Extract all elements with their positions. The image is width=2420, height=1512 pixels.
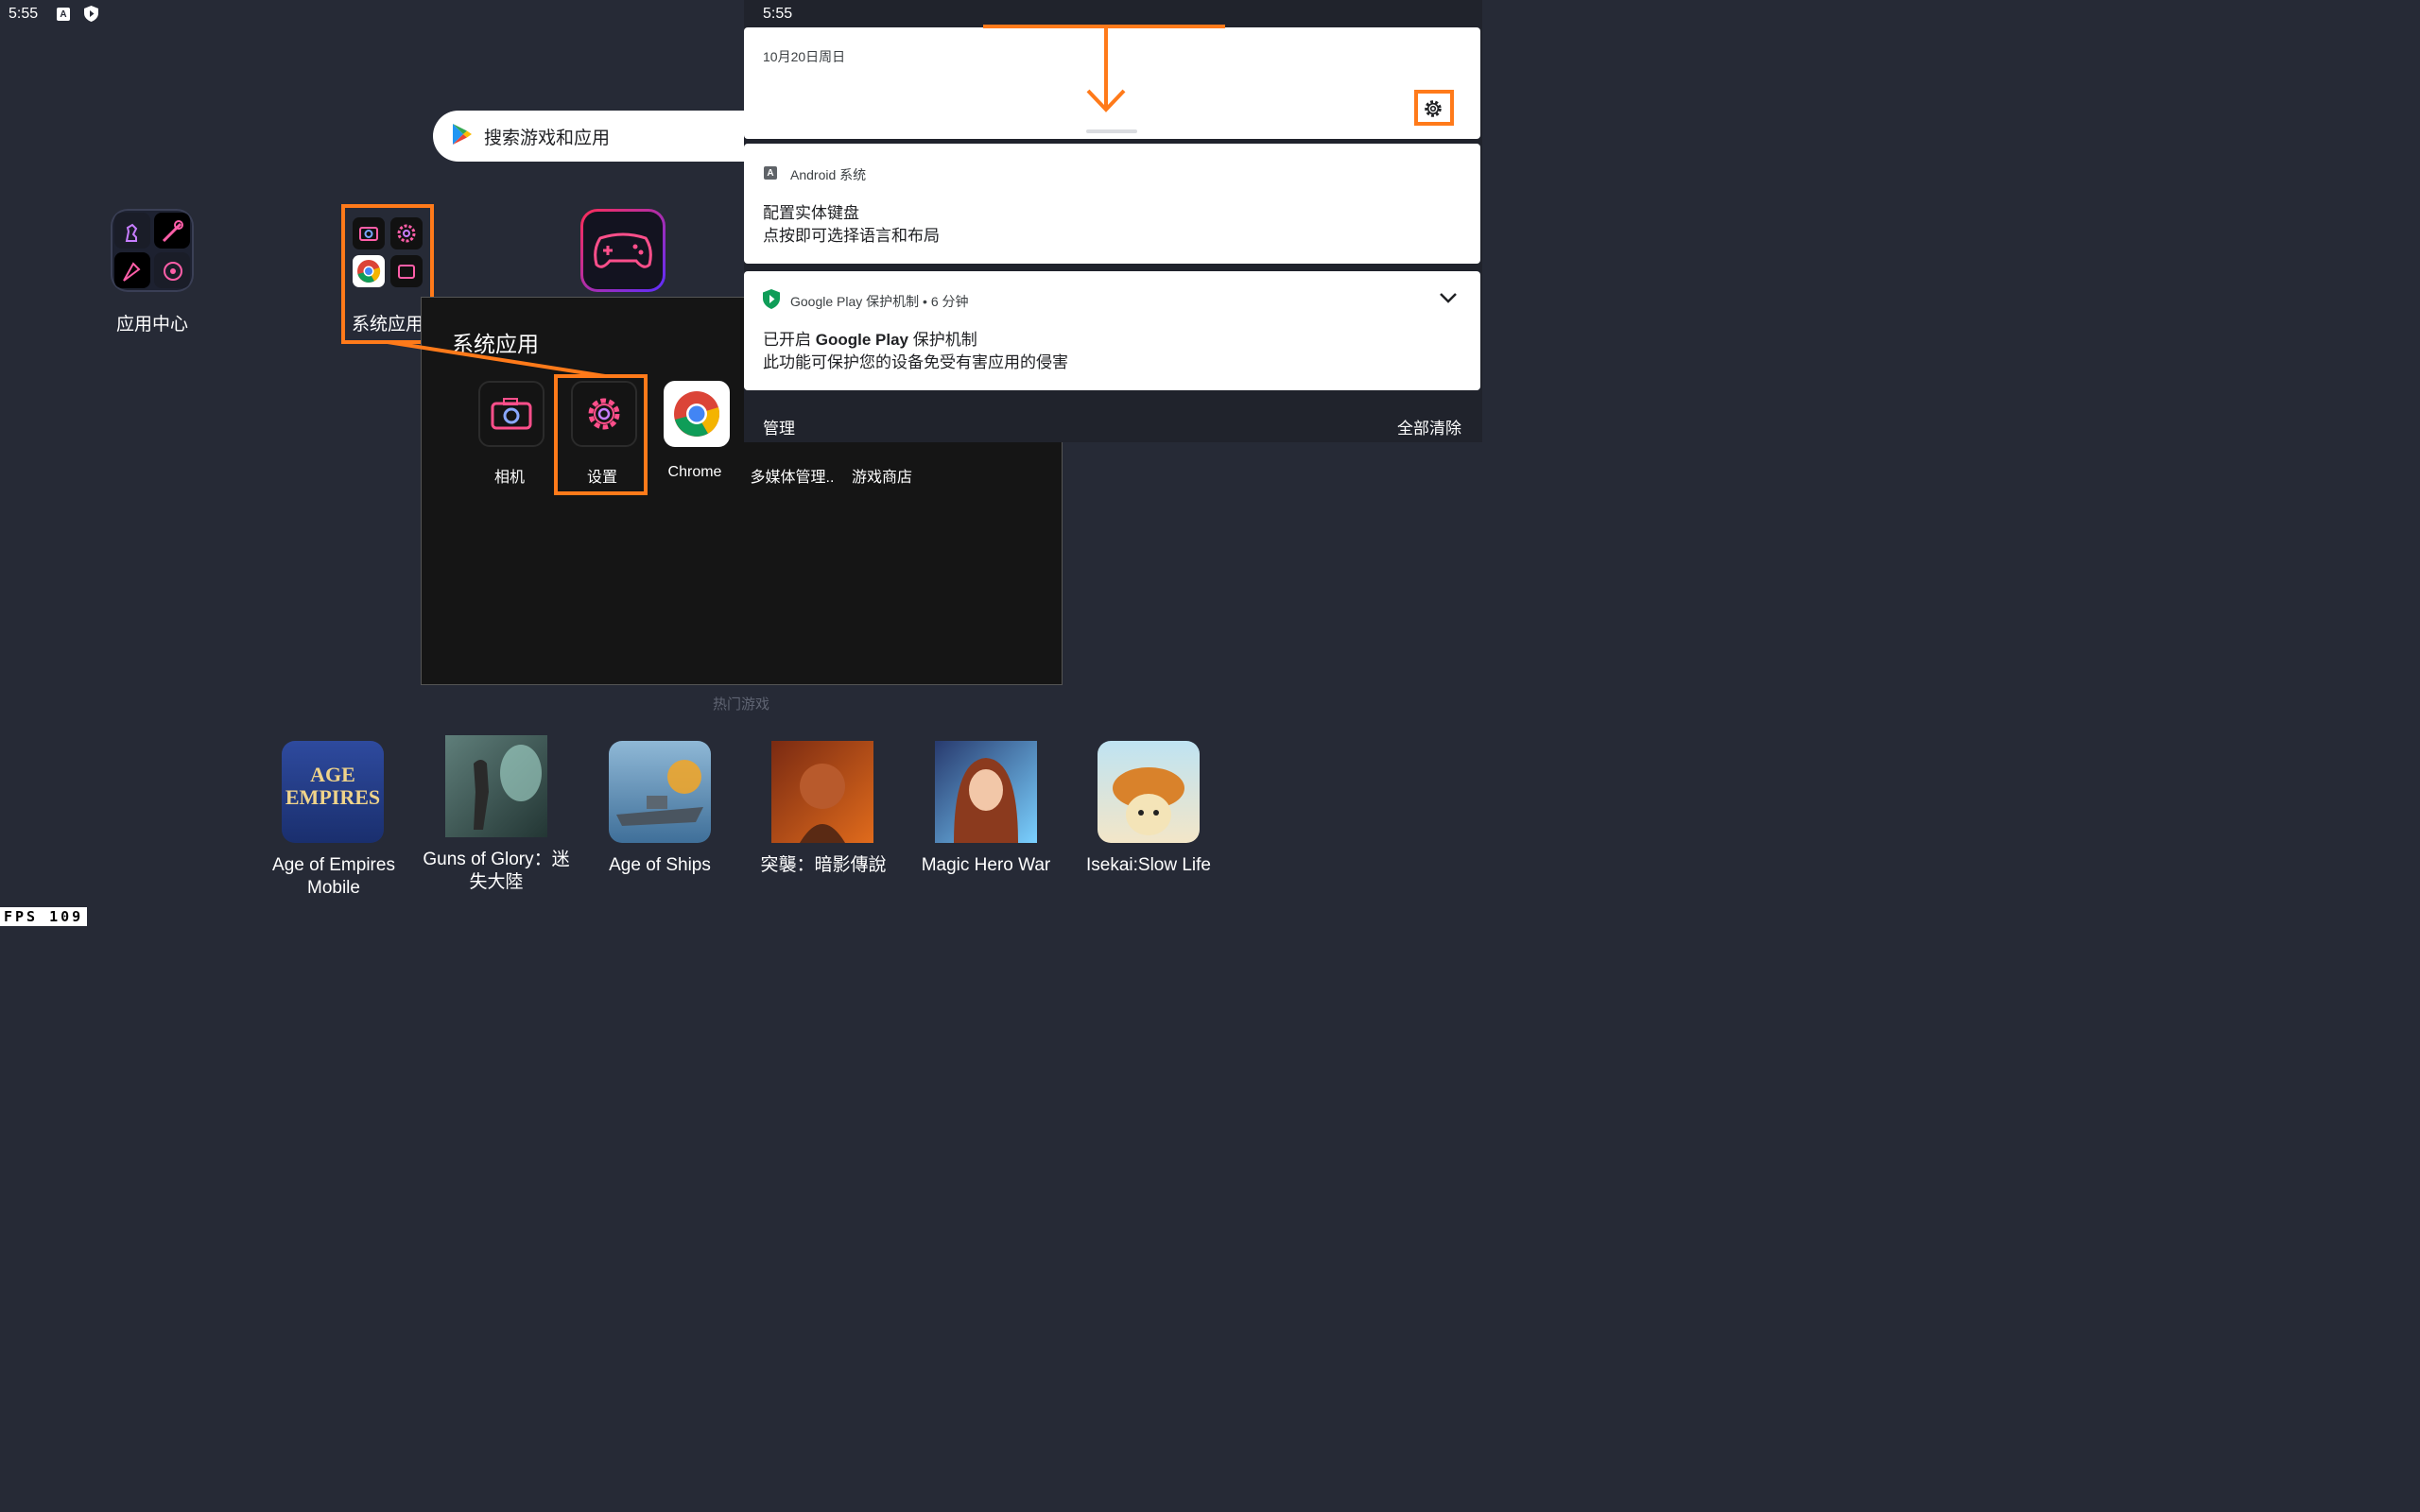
isekai-slow-life-thumb[interactable] [1098,741,1200,843]
hot-games-heading: 热门游戏 [712,696,769,713]
game-label-line1: Guns of Glory：迷 [423,850,570,869]
battleship-illustration [616,760,703,826]
magic-hero-war-thumb[interactable] [935,741,1037,843]
heroine-illustration [954,758,1018,843]
raid-shadow-thumb[interactable] [771,741,873,843]
shade-settings-highlight-box [1414,90,1454,126]
guns-of-glory-thumb[interactable] [445,735,547,837]
warrior-illustration [800,764,845,843]
fps-counter: FPS 109 [0,907,88,926]
tutorial-swipe-arrow [983,25,1225,112]
game-label-line1: Age of Empires [272,855,395,875]
game-label-line2: Mobile [307,878,360,898]
mushroom-character-illustration [1113,767,1184,835]
age-of-empires-logo: AGE EMPIRES [285,763,381,809]
age-of-ships-thumb[interactable] [609,741,711,843]
game-label-magic-hero-war: Magic Hero War [921,855,1051,875]
soldier-illustration [474,745,542,830]
game-label-age-of-empires: Age of Empires Mobile [253,854,414,900]
game-label-line2: 失大陸 [469,872,524,892]
fps-label: FPS [4,908,39,925]
game-label-guns-of-glory: Guns of Glory：迷 失大陸 [416,849,577,894]
fps-value: 109 [49,908,84,925]
game-label-age-of-ships: Age of Ships [609,855,711,875]
age-of-empires-thumb[interactable]: AGE EMPIRES [282,741,384,843]
game-label-raid: 突襲：暗影傳說 [760,855,887,875]
game-label-isekai: Isekai:Slow Life [1085,855,1211,875]
